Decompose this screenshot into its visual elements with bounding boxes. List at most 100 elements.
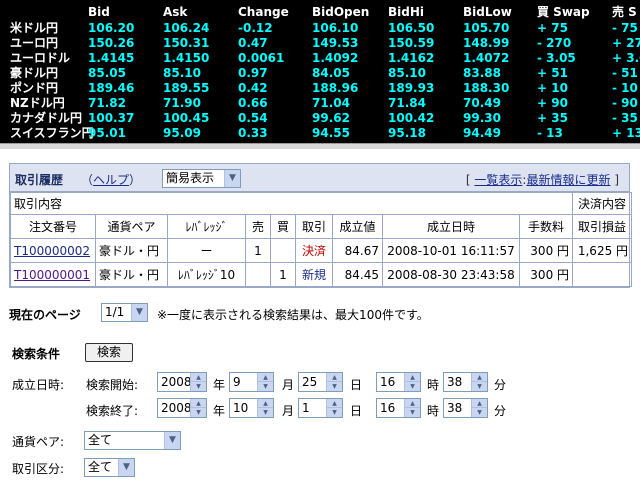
arrow-down-icon[interactable]: ▼: [258, 382, 273, 391]
order-link[interactable]: T100000001: [10, 262, 96, 287]
arrow-up-icon[interactable]: ▲: [405, 373, 420, 382]
ticker-value: 0.0061: [238, 51, 285, 65]
arrow-down-icon[interactable]: ▼: [405, 382, 420, 391]
arrow-down-icon[interactable]: ▼: [327, 382, 342, 391]
order-link[interactable]: T100000002: [10, 238, 96, 263]
col-fee: 手数料: [518, 214, 574, 239]
arrow-up-icon[interactable]: ▲: [258, 373, 273, 382]
ticker-value: 0.42: [238, 81, 268, 95]
trade-type-filter-select[interactable]: 全て ▼: [84, 458, 135, 477]
col-buy: 買: [270, 214, 296, 239]
section-trade-label: 取引内容: [9, 192, 574, 215]
ticker-value: 84.05: [312, 66, 350, 80]
arrow-down-icon[interactable]: ▼: [472, 408, 487, 417]
ticker-value: 94.49: [463, 126, 501, 140]
datetime-cell: 2008-08-30 23:43:58: [382, 262, 520, 287]
start-min-value: 38: [447, 375, 463, 389]
section-header-row: 取引内容 決済内容: [9, 192, 633, 215]
ticker-value: - 35: [612, 111, 638, 125]
end-hour-spinner[interactable]: 16 ▲ ▼: [376, 398, 421, 418]
help-link[interactable]: ヘルプ: [93, 173, 129, 187]
arrow-up-icon[interactable]: ▲: [327, 373, 342, 382]
arrow-up-icon[interactable]: ▲: [191, 373, 206, 382]
end-month-unit: 月: [282, 404, 295, 418]
start-hour-spinner[interactable]: 16 ▲ ▼: [376, 372, 421, 392]
ticker-value: 149.53: [312, 36, 359, 50]
arrow-up-icon[interactable]: ▲: [258, 399, 273, 408]
end-label: 検索終了:: [86, 404, 139, 418]
arrow-down-icon[interactable]: ▼: [258, 408, 273, 417]
start-year-spinner[interactable]: 2008 ▲ ▼: [157, 372, 207, 392]
ticker-col-sell-swap: 売 S: [612, 5, 637, 19]
arrow-down-icon[interactable]: ▼: [327, 408, 342, 417]
end-min-spinner[interactable]: 38 ▲ ▼: [443, 398, 488, 418]
arrow-up-icon[interactable]: ▲: [472, 373, 487, 382]
ticker-value: 99.62: [312, 111, 350, 125]
end-month-spinner[interactable]: 10 ▲ ▼: [229, 398, 274, 418]
ticker-value: 70.49: [463, 96, 501, 110]
arrow-up-icon[interactable]: ▲: [472, 399, 487, 408]
arrow-up-icon[interactable]: ▲: [191, 399, 206, 408]
ticker-value: 106.24: [163, 21, 210, 35]
order-number[interactable]: T100000001: [14, 268, 90, 282]
search-button[interactable]: 検索: [85, 343, 133, 362]
arrow-up-icon[interactable]: ▲: [405, 399, 420, 408]
end-min-unit: 分: [494, 404, 507, 418]
start-month-spinner[interactable]: 9 ▲ ▼: [229, 372, 274, 392]
price-cell: 84.45: [332, 262, 383, 287]
trade-type-cell: 新規: [295, 262, 333, 287]
ticker-value: 106.20: [88, 21, 135, 35]
col-trade-type: 取引: [295, 214, 333, 239]
ticker-pair-name: カナダドル円: [10, 111, 83, 125]
section-settle-label: 決済内容: [572, 192, 633, 215]
ticker-value: 188.30: [463, 81, 510, 95]
ticker-value: 106.50: [388, 21, 435, 35]
start-day-spinner[interactable]: 25 ▲ ▼: [298, 372, 343, 392]
ticker-col-bidlow: BidLow: [463, 5, 512, 19]
search-conditions-label: 検索条件: [12, 347, 61, 361]
order-number[interactable]: T100000002: [14, 244, 90, 258]
arrow-up-icon[interactable]: ▲: [327, 399, 342, 408]
pl-cell: 1,625 円: [572, 238, 633, 263]
start-min-spinner[interactable]: 38 ▲ ▼: [443, 372, 488, 392]
chevron-down-icon: ▼: [164, 432, 180, 449]
trade-history-panel: 取引履歴 （ヘルプ） 簡易表示 ▼ [ 一覧表示:最新情報に更新 ] 取引内容 決…: [9, 163, 633, 288]
arrow-down-icon[interactable]: ▼: [405, 408, 420, 417]
help-open-paren: （: [81, 173, 94, 187]
leverage-cell: ー: [167, 238, 246, 263]
arrow-down-icon[interactable]: ▼: [191, 408, 206, 417]
sell-cell: 1: [245, 238, 271, 263]
ticker-value: 85.10: [388, 66, 426, 80]
start-label: 検索開始:: [86, 378, 139, 392]
buy-cell: [270, 238, 296, 263]
ticker-row: NZドル円 71.82 71.90 0.66 71.04 71.84 70.49 + 90 - …: [0, 96, 640, 111]
ticker-value: 150.31: [163, 36, 210, 50]
ticker-value: 94.55: [312, 126, 350, 140]
spinner-buttons: ▲ ▼: [471, 399, 487, 417]
buy-cell: 1: [270, 262, 296, 287]
ticker-value: 189.46: [88, 81, 135, 95]
pair-filter-select[interactable]: 全て ▼: [84, 431, 181, 450]
arrow-down-icon[interactable]: ▼: [191, 382, 206, 391]
refresh-link[interactable]: 最新情報に更新: [526, 173, 610, 187]
ticker-col-ask: Ask: [163, 5, 188, 19]
column-header-row: 注文番号 通貨ペア ﾚﾊﾞﾚｯｼﾞ 売 買 取引 成立値 成立日時 手数料 取引…: [10, 214, 633, 239]
ticker-value: 95.18: [388, 126, 426, 140]
ticker-value: 150.26: [88, 36, 135, 50]
display-mode-select[interactable]: 簡易表示 ▼: [162, 169, 241, 188]
arrow-down-icon[interactable]: ▼: [472, 382, 487, 391]
pair-cell: 豪ドル・円: [95, 262, 168, 287]
end-year-spinner[interactable]: 2008 ▲ ▼: [157, 398, 207, 418]
end-day-spinner[interactable]: 1 ▲ ▼: [298, 398, 343, 418]
list-view-link[interactable]: 一覧表示: [474, 173, 522, 187]
page-select[interactable]: 1/1 ▼: [101, 303, 148, 322]
help-close-paren: ）: [129, 173, 142, 187]
ticker-value: + 75: [537, 21, 568, 35]
ticker-value: 71.04: [312, 96, 350, 110]
ticker-row: ユーロドル 1.4145 1.4150 0.0061 1.4092 1.4162 1.407…: [0, 51, 640, 66]
col-pl: 取引損益: [572, 214, 633, 239]
end-hour-value: 16: [380, 401, 396, 415]
ticker-value: 189.55: [163, 81, 210, 95]
ticker-value: + 10: [537, 81, 568, 95]
leverage-cell: ﾚﾊﾞﾚｯｼﾞ10: [167, 262, 246, 287]
